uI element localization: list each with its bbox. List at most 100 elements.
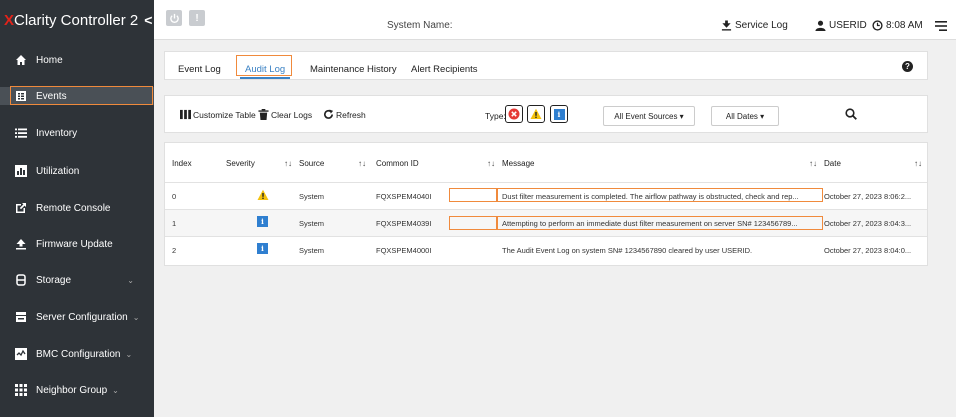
user-name: USERID	[829, 20, 867, 31]
alert-button[interactable]: !	[189, 10, 205, 26]
bar-chart-icon	[14, 164, 28, 178]
type-filter-label: Type:	[485, 111, 506, 121]
sidebar-item-bmc-configuration[interactable]: BMC Configuration ⌄	[0, 342, 154, 366]
toolbar: Customize Table Clear Logs Refresh Type:…	[164, 95, 928, 133]
trash-icon	[258, 109, 269, 120]
column-header-index[interactable]: Index	[172, 159, 192, 168]
filter-info-button[interactable]: i	[550, 105, 568, 123]
chevron-down-icon: ⌄	[112, 385, 119, 395]
sidebar-item-server-configuration[interactable]: Server Configuration ⌄	[0, 305, 154, 329]
columns-icon	[180, 109, 191, 120]
service-log-link[interactable]: Service Log	[721, 20, 788, 31]
filter-warning-button[interactable]	[527, 105, 545, 123]
user-menu[interactable]: USERID	[815, 20, 867, 31]
sidebar-item-neighbor-group[interactable]: Neighbor Group ⌄	[0, 378, 154, 402]
cell-date: October 27, 2023 8:04:3...	[824, 219, 912, 228]
collapse-sidebar-button[interactable]: <	[144, 12, 152, 28]
sidebar-item-label: Inventory	[36, 127, 78, 139]
cell-source: System	[299, 246, 325, 255]
top-bar: ! System Name: Service Log USERID 8:08 A…	[154, 0, 956, 40]
search-button[interactable]	[845, 108, 857, 122]
sidebar-item-label: Storage	[36, 274, 72, 286]
info-icon: i	[553, 108, 565, 120]
chevron-down-icon: ⌄	[132, 312, 140, 322]
service-log-label: Service Log	[735, 20, 788, 31]
clock: 8:08 AM	[872, 20, 923, 31]
refresh-button[interactable]: Refresh	[323, 109, 366, 120]
brand-name: Clarity Controller 2	[14, 11, 139, 29]
clock-time: 8:08 AM	[886, 20, 923, 31]
refresh-label: Refresh	[336, 109, 366, 120]
cell-source: System	[299, 192, 325, 201]
power-button[interactable]	[166, 10, 182, 26]
common-id-highlight	[449, 216, 497, 230]
sidebar-item-inventory[interactable]: Inventory	[0, 121, 154, 145]
sidebar-item-label: Server Configuration	[36, 311, 128, 323]
column-header-severity[interactable]: Severity	[226, 159, 255, 168]
search-icon	[845, 108, 857, 120]
sidebar-item-firmware-update[interactable]: Firmware Update	[0, 232, 154, 256]
tab-maintenance-history[interactable]: Maintenance History	[310, 64, 397, 75]
filter-error-button[interactable]	[505, 105, 523, 123]
error-icon	[508, 108, 520, 120]
chevron-down-icon: ⌄	[127, 275, 134, 285]
column-header-message[interactable]: Message	[502, 159, 534, 168]
dates-dropdown[interactable]: All Dates ▾	[711, 106, 779, 126]
column-header-common-id[interactable]: Common ID	[376, 159, 419, 168]
cell-index: 1	[172, 219, 177, 228]
hamburger-menu-button[interactable]	[935, 20, 947, 34]
cell-common-id: FQXSPEM4000I	[376, 246, 432, 255]
bmc-icon	[14, 347, 28, 361]
home-icon	[14, 53, 28, 67]
column-header-source[interactable]: Source	[299, 159, 324, 168]
download-icon	[721, 20, 732, 31]
tab-event-log[interactable]: Event Log	[178, 64, 221, 75]
message-highlight	[497, 216, 823, 230]
storage-icon	[14, 273, 28, 287]
tab-alert-recipients[interactable]: Alert Recipients	[411, 64, 478, 75]
sidebar-item-home[interactable]: Home	[0, 48, 154, 72]
audit-log-table: Index Severity ↑↓ Source ↑↓ Common ID ↑↓…	[164, 142, 928, 266]
sort-icon[interactable]: ↑↓	[487, 159, 495, 168]
cell-common-id: FQXSPEM4039I	[376, 219, 432, 228]
grid-icon	[14, 383, 28, 397]
cell-date: October 27, 2023 8:04:0...	[824, 246, 912, 255]
event-sources-dropdown[interactable]: All Event Sources ▾	[603, 106, 695, 126]
audit-log-tab-highlight	[236, 55, 292, 76]
list-icon	[14, 126, 28, 140]
user-icon	[815, 20, 826, 31]
cell-date: October 27, 2023 8:06:2...	[824, 192, 912, 201]
active-tab-indicator	[240, 77, 290, 79]
sidebar: X Clarity Controller 2 < Home Events Inve…	[0, 0, 154, 417]
clear-logs-button[interactable]: Clear Logs	[258, 109, 312, 120]
cell-index: 0	[172, 192, 177, 201]
sidebar-item-utilization[interactable]: Utilization	[0, 159, 154, 183]
sidebar-item-label: BMC Configuration	[36, 348, 121, 360]
common-id-highlight	[449, 188, 497, 202]
server-icon	[14, 310, 28, 324]
exclamation-icon: !	[195, 12, 199, 24]
sidebar-item-label: Neighbor Group	[36, 384, 108, 396]
sort-icon[interactable]: ↑↓	[809, 159, 817, 168]
cell-common-id: FQXSPEM4040I	[376, 192, 432, 201]
brand-logo: X Clarity Controller 2 <	[0, 0, 154, 40]
brand-prefix: X	[4, 11, 15, 29]
info-icon: i	[257, 216, 268, 227]
warning-icon	[257, 189, 269, 200]
sidebar-item-remote-console[interactable]: Remote Console	[0, 196, 154, 220]
sort-icon[interactable]: ↑↓	[284, 159, 292, 168]
cell-source: System	[299, 219, 325, 228]
table-row[interactable]: 2 i System FQXSPEM4000I The Audit Event …	[165, 237, 927, 263]
sort-icon[interactable]: ↑↓	[358, 159, 366, 168]
chevron-down-icon: ⌄	[125, 349, 133, 359]
customize-table-button[interactable]: Customize Table	[180, 109, 256, 120]
upload-icon	[14, 237, 28, 251]
sidebar-item-storage[interactable]: Storage ⌄	[0, 268, 154, 292]
warning-icon	[530, 108, 542, 119]
cell-index: 2	[172, 246, 177, 255]
system-name-label: System Name:	[387, 20, 453, 31]
help-icon[interactable]: ?	[902, 61, 913, 72]
sort-icon[interactable]: ↑↓	[914, 159, 922, 168]
column-header-date[interactable]: Date	[824, 159, 841, 168]
hamburger-icon	[935, 21, 947, 31]
